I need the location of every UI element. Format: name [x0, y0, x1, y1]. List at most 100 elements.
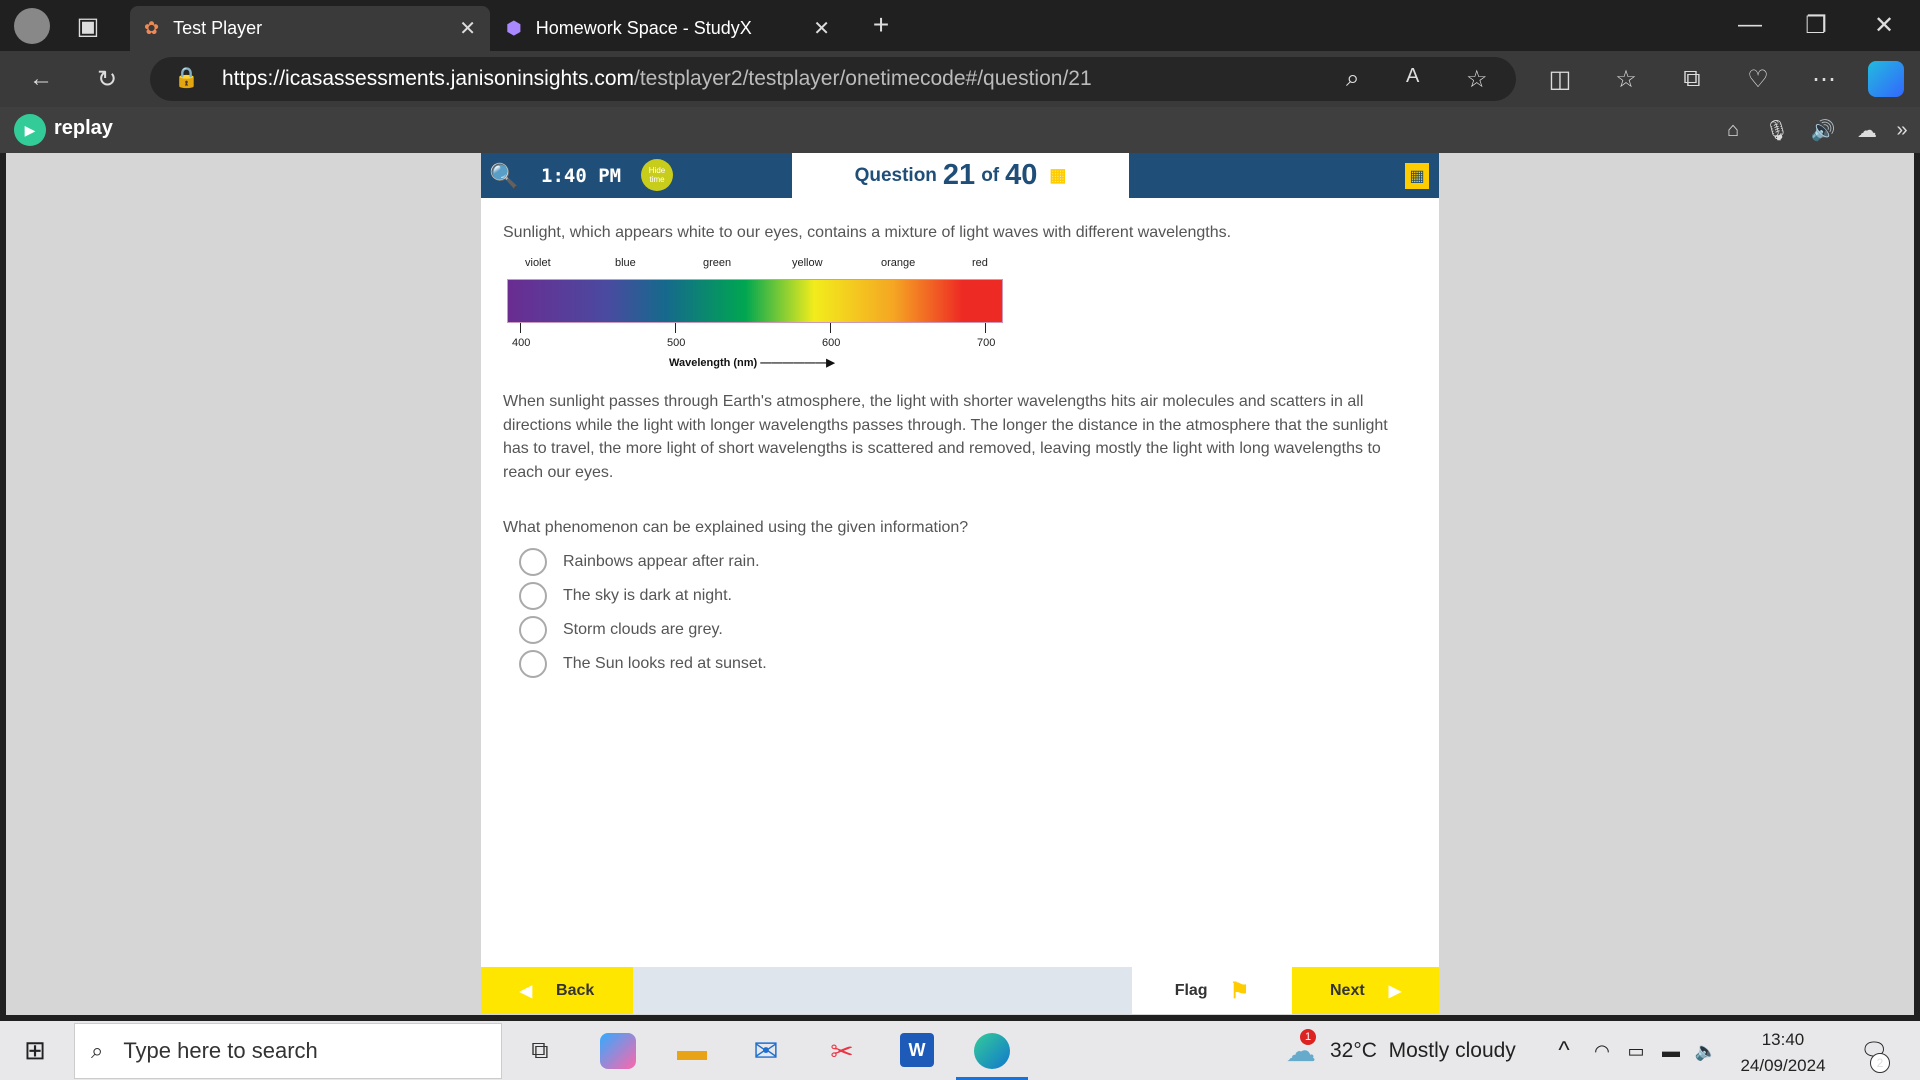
more-icon[interactable]: ⋯: [1808, 63, 1840, 95]
refresh-icon[interactable]: ↻: [90, 63, 124, 95]
color-label-yellow: yellow: [792, 257, 823, 269]
clock-time: 1:40 PM: [541, 165, 622, 187]
axis-label-text: Wavelength (nm): [669, 357, 758, 369]
radio-button[interactable]: [519, 616, 547, 644]
replay-toolbar: ▶ replay ⌂ 🎙 🔊 ☁ »: [0, 107, 1920, 153]
weather-text[interactable]: 32°C Mostly cloudy: [1330, 1039, 1516, 1063]
grid-icon[interactable]: ▦: [1049, 165, 1066, 186]
favorite-icon[interactable]: ☆: [1466, 65, 1488, 94]
question-text: What phenomenon can be explained using t…: [503, 519, 969, 536]
question-panel: 🔍 1:40 PM Hide time Question 21 of 40 ▦ …: [481, 153, 1439, 1014]
file-explorer-icon[interactable]: ▬: [674, 1033, 710, 1069]
tick-label: 400: [512, 337, 531, 349]
app-icon: ✿: [144, 18, 160, 38]
copilot-icon[interactable]: [1868, 61, 1904, 97]
battery-icon[interactable]: ▬: [1656, 1037, 1686, 1065]
taskbar-search[interactable]: ⌕ Type here to search: [74, 1023, 502, 1079]
url-path: /testplayer2/testplayer/onetimecode#/que…: [634, 67, 1092, 90]
profile-avatar[interactable]: [14, 8, 50, 44]
copilot-taskbar-icon[interactable]: [600, 1033, 636, 1069]
intro-text: Sunlight, which appears white to our eye…: [503, 224, 1232, 241]
favorites-icon[interactable]: ☆: [1610, 63, 1642, 95]
right-arrow-icon: ▶: [1388, 982, 1401, 1000]
minimize-icon[interactable]: —: [1730, 10, 1770, 40]
new-tab-icon[interactable]: +: [866, 9, 896, 40]
tab-actions-icon[interactable]: ▣: [74, 12, 102, 40]
back-button[interactable]: ◀ Back: [481, 967, 633, 1014]
read-aloud-icon[interactable]: A: [1406, 65, 1419, 88]
close-tab-icon[interactable]: ✕: [813, 16, 830, 41]
zoom-icon[interactable]: ⌕: [1346, 65, 1359, 93]
wifi-icon[interactable]: ◠: [1588, 1037, 1616, 1065]
notification-count: 2: [1870, 1053, 1890, 1073]
word-icon[interactable]: W: [900, 1033, 934, 1067]
radio-button[interactable]: [519, 582, 547, 610]
color-label-violet: violet: [525, 257, 551, 269]
speaker-icon[interactable]: 🔊: [1806, 115, 1840, 145]
lock-icon[interactable]: 🔒: [174, 65, 199, 90]
radio-button[interactable]: [519, 548, 547, 576]
studyx-icon: ⬢: [506, 18, 522, 38]
tab-test-player[interactable]: ✿ Test Player ✕: [130, 6, 490, 51]
close-tab-icon[interactable]: ✕: [459, 16, 476, 41]
snipping-tool-icon[interactable]: ✂: [824, 1033, 860, 1069]
cloud-icon[interactable]: ☁: [1850, 115, 1884, 145]
color-label-green: green: [703, 257, 732, 269]
task-view-icon[interactable]: ⧉: [524, 1035, 556, 1067]
answer-option[interactable]: The Sun looks red at sunset.: [519, 650, 767, 678]
option-label: The sky is dark at night.: [563, 587, 732, 604]
taskbar: ⊞ ⌕ Type here to search ⧉ ▬ ✉ ✂ W ☁ 1 32°…: [0, 1021, 1920, 1080]
restore-icon[interactable]: ❐: [1796, 10, 1836, 40]
back-icon[interactable]: ←: [24, 63, 58, 95]
split-screen-icon[interactable]: ◫: [1544, 63, 1576, 95]
home-icon[interactable]: ⌂: [1716, 115, 1750, 145]
next-button[interactable]: Next ▶: [1292, 967, 1439, 1014]
clock[interactable]: 13:40 24/09/2024: [1736, 1027, 1830, 1079]
answer-option[interactable]: Storm clouds are grey.: [519, 616, 723, 644]
tick-label: 500: [667, 337, 686, 349]
tab-studyx[interactable]: ⬢ Homework Space - StudyX ✕: [492, 6, 844, 51]
hide-time-button[interactable]: Hide time: [641, 159, 673, 191]
magnifier-icon[interactable]: 🔍: [489, 161, 519, 191]
windows-start-icon[interactable]: ⊞: [20, 1035, 50, 1065]
calculator-icon[interactable]: ▦: [1405, 163, 1429, 189]
tab-label: Test Player: [173, 18, 263, 38]
question-label: Question: [854, 164, 937, 186]
question-total: 40: [1005, 159, 1038, 191]
tab-label: Homework Space - StudyX: [535, 18, 752, 38]
spectrum-diagram: violet blue green yellow orange red 400 500 600…: [507, 257, 1007, 369]
radio-button[interactable]: [519, 650, 547, 678]
tick-mark: [520, 323, 521, 333]
color-label-red: red: [972, 257, 988, 269]
arrow-icon: ——————▶: [760, 357, 835, 369]
close-window-icon[interactable]: ✕: [1864, 10, 1904, 40]
search-icon: ⌕: [91, 1038, 104, 1063]
option-label: Storm clouds are grey.: [563, 621, 723, 638]
flag-label: Flag: [1174, 981, 1208, 999]
show-hidden-icons[interactable]: ^: [1550, 1037, 1578, 1065]
microphone-icon[interactable]: 🎙: [1760, 115, 1794, 145]
left-arrow-icon: ◀: [519, 982, 533, 1000]
back-label: Back: [556, 981, 595, 999]
clock-date: 24/09/2024: [1740, 1056, 1826, 1075]
health-icon[interactable]: ♡: [1742, 63, 1774, 95]
expand-icon[interactable]: »: [1890, 115, 1914, 145]
of-label: of: [981, 164, 1000, 186]
tick-label: 600: [822, 337, 841, 349]
address-bar-row: ← ↻ 🔒 https://icasassessments.janisonins…: [0, 51, 1920, 107]
answer-option[interactable]: Rainbows appear after rain.: [519, 548, 760, 576]
mail-icon[interactable]: ✉: [748, 1033, 784, 1069]
volume-icon[interactable]: 🔈: [1692, 1037, 1720, 1065]
flag-button[interactable]: Flag ⚑: [1132, 967, 1292, 1014]
replay-logo-icon: ▶: [14, 114, 46, 146]
url-input[interactable]: 🔒 https://icasassessments.janisoninsight…: [150, 57, 1516, 101]
replay-logo: replay: [54, 117, 113, 139]
clock-time-text: 13:40: [1761, 1030, 1805, 1049]
edge-icon[interactable]: [974, 1033, 1010, 1069]
tick-mark: [830, 323, 831, 333]
collections-icon[interactable]: ⧉: [1676, 63, 1708, 95]
question-number: 21: [942, 159, 976, 191]
meet-icon[interactable]: ▭: [1622, 1037, 1650, 1065]
tick-label: 700: [977, 337, 996, 349]
answer-option[interactable]: The sky is dark at night.: [519, 582, 732, 610]
